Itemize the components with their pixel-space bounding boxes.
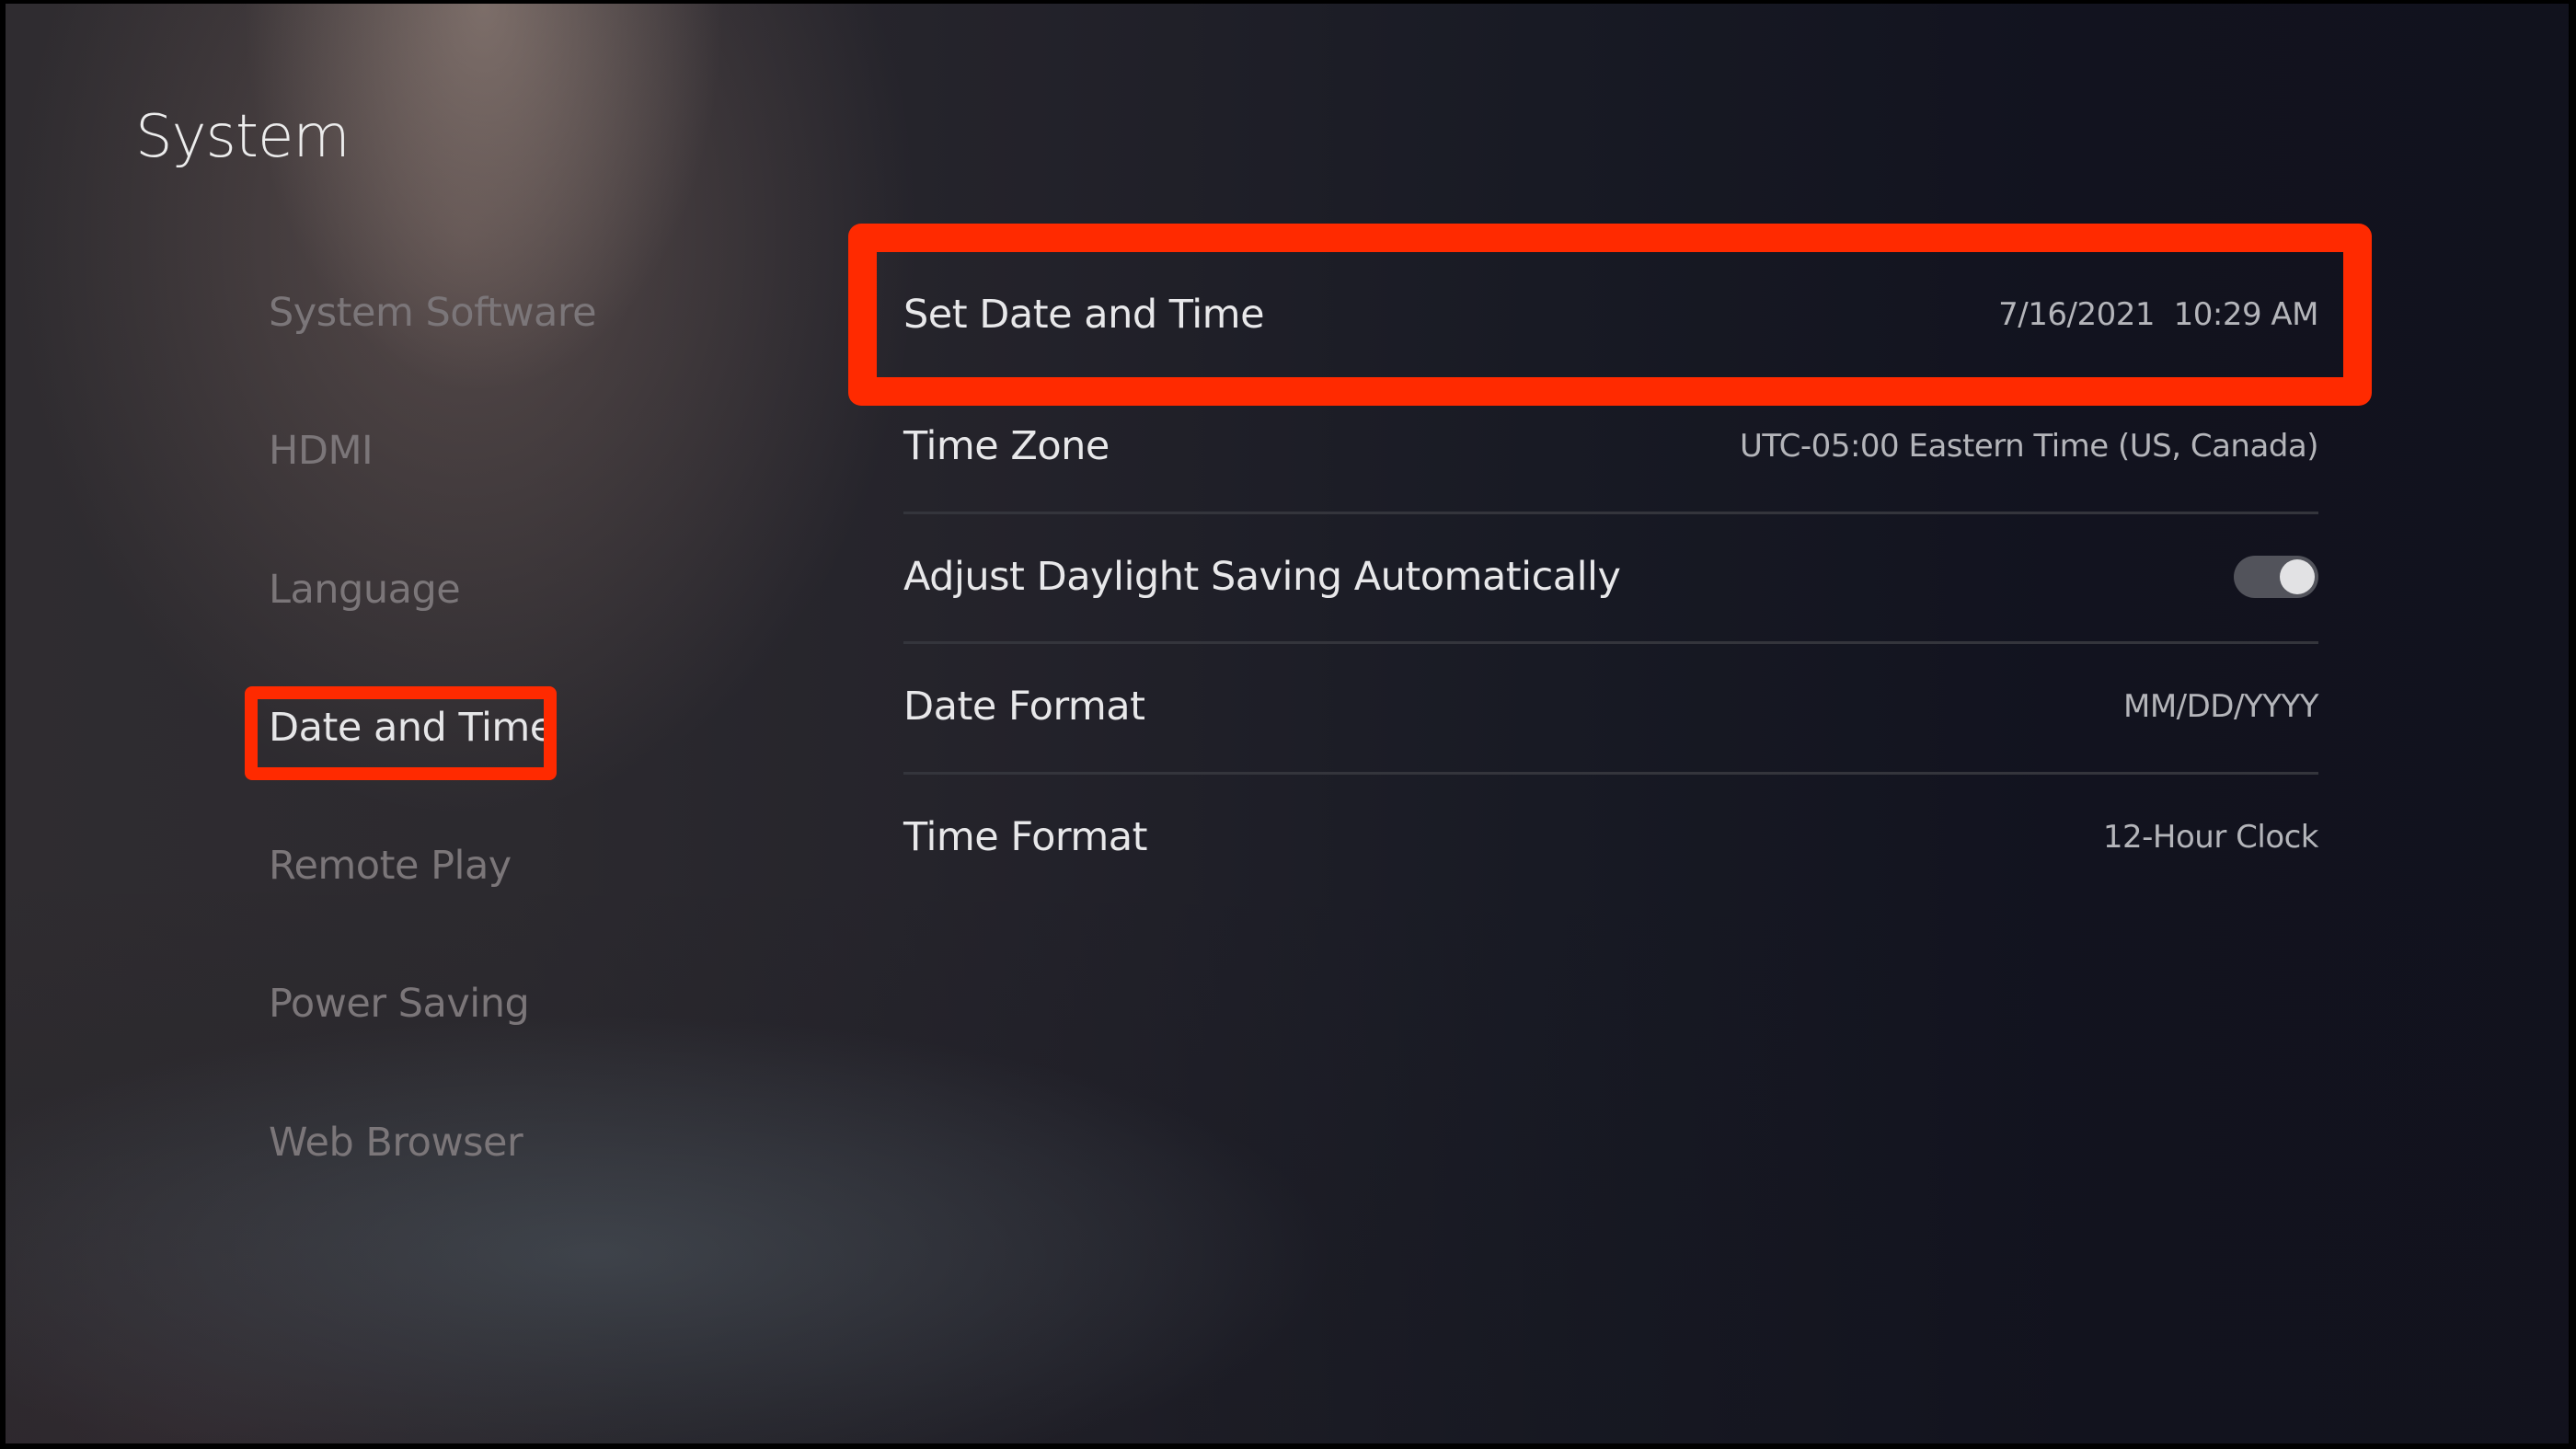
setting-row-date-format[interactable]: Date Format MM/DD/YYYY — [903, 641, 2319, 771]
setting-label: Time Format — [903, 813, 1147, 860]
sidebar-item-system-software[interactable]: System Software — [269, 285, 597, 340]
sidebar-item-power-saving[interactable]: Power Saving — [269, 976, 530, 1031]
setting-value-time-format: 12-Hour Clock — [2102, 818, 2319, 856]
setting-value-time-zone: UTC-05:00 Eastern Time (US, Canada) — [1740, 427, 2318, 465]
sidebar-item-hdmi[interactable]: HDMI — [269, 423, 374, 478]
setting-label: Time Zone — [903, 422, 1110, 469]
setting-label: Date Format — [903, 683, 1145, 730]
setting-value-date-format: MM/DD/YYYY — [2122, 687, 2319, 725]
sidebar-item-language[interactable]: Language — [269, 562, 461, 617]
setting-row-adjust-daylight-saving[interactable]: Adjust Daylight Saving Automatically — [903, 512, 2318, 641]
daylight-saving-toggle[interactable] — [2234, 555, 2318, 598]
setting-label: Adjust Daylight Saving Automatically — [903, 553, 1621, 600]
ps5-settings-screen: System System Software HDMI Language Dat… — [6, 4, 2569, 1443]
sidebar-item-remote-play[interactable]: Remote Play — [269, 838, 512, 893]
page-title: System — [135, 103, 351, 171]
setting-row-time-format[interactable]: Time Format 12-Hour Clock — [903, 772, 2319, 902]
set-date-time-highlight-annotation — [848, 224, 2372, 406]
sidebar-item-web-browser[interactable]: Web Browser — [269, 1115, 523, 1170]
toggle-knob — [2280, 558, 2315, 594]
sidebar-highlight-annotation — [245, 686, 557, 780]
